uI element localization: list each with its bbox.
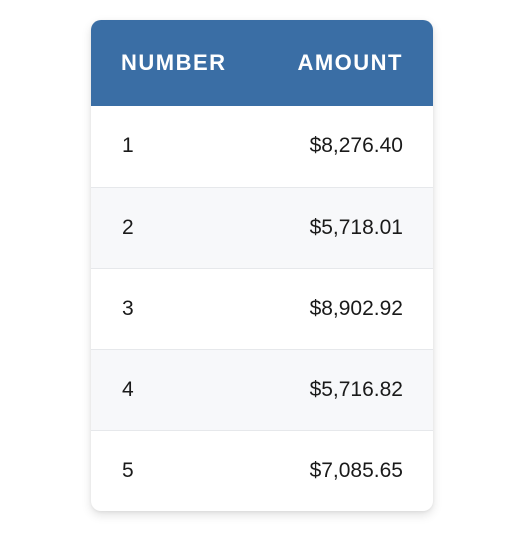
cell-amount: $7,085.65 — [309, 458, 403, 482]
cell-number: 1 — [122, 134, 134, 158]
cell-amount: $8,276.40 — [309, 134, 403, 158]
cell-number: 5 — [122, 458, 134, 482]
table-row: 3 $8,902.92 — [91, 268, 433, 349]
table-header: NUMBER AMOUNT — [91, 20, 433, 106]
column-header-amount: AMOUNT — [297, 50, 403, 75]
table-row: 4 $5,716.82 — [91, 349, 433, 430]
amounts-table: NUMBER AMOUNT 1 $8,276.40 2 $5,718.01 3 … — [91, 20, 433, 511]
cell-number: 4 — [122, 377, 134, 401]
cell-amount: $8,902.92 — [309, 296, 403, 320]
column-header-number: NUMBER — [121, 50, 227, 75]
table-row: 2 $5,718.01 — [91, 187, 433, 268]
cell-number: 2 — [122, 215, 134, 239]
table-row: 5 $7,085.65 — [91, 430, 433, 511]
cell-amount: $5,716.82 — [309, 377, 403, 401]
header-row: NUMBER AMOUNT — [91, 20, 433, 106]
table-body: 1 $8,276.40 2 $5,718.01 3 $8,902.92 4 $5… — [91, 106, 433, 511]
cell-number: 3 — [122, 296, 134, 320]
cell-amount: $5,718.01 — [309, 215, 403, 239]
amounts-table-card: NUMBER AMOUNT 1 $8,276.40 2 $5,718.01 3 … — [91, 20, 433, 511]
table-row: 1 $8,276.40 — [91, 106, 433, 187]
